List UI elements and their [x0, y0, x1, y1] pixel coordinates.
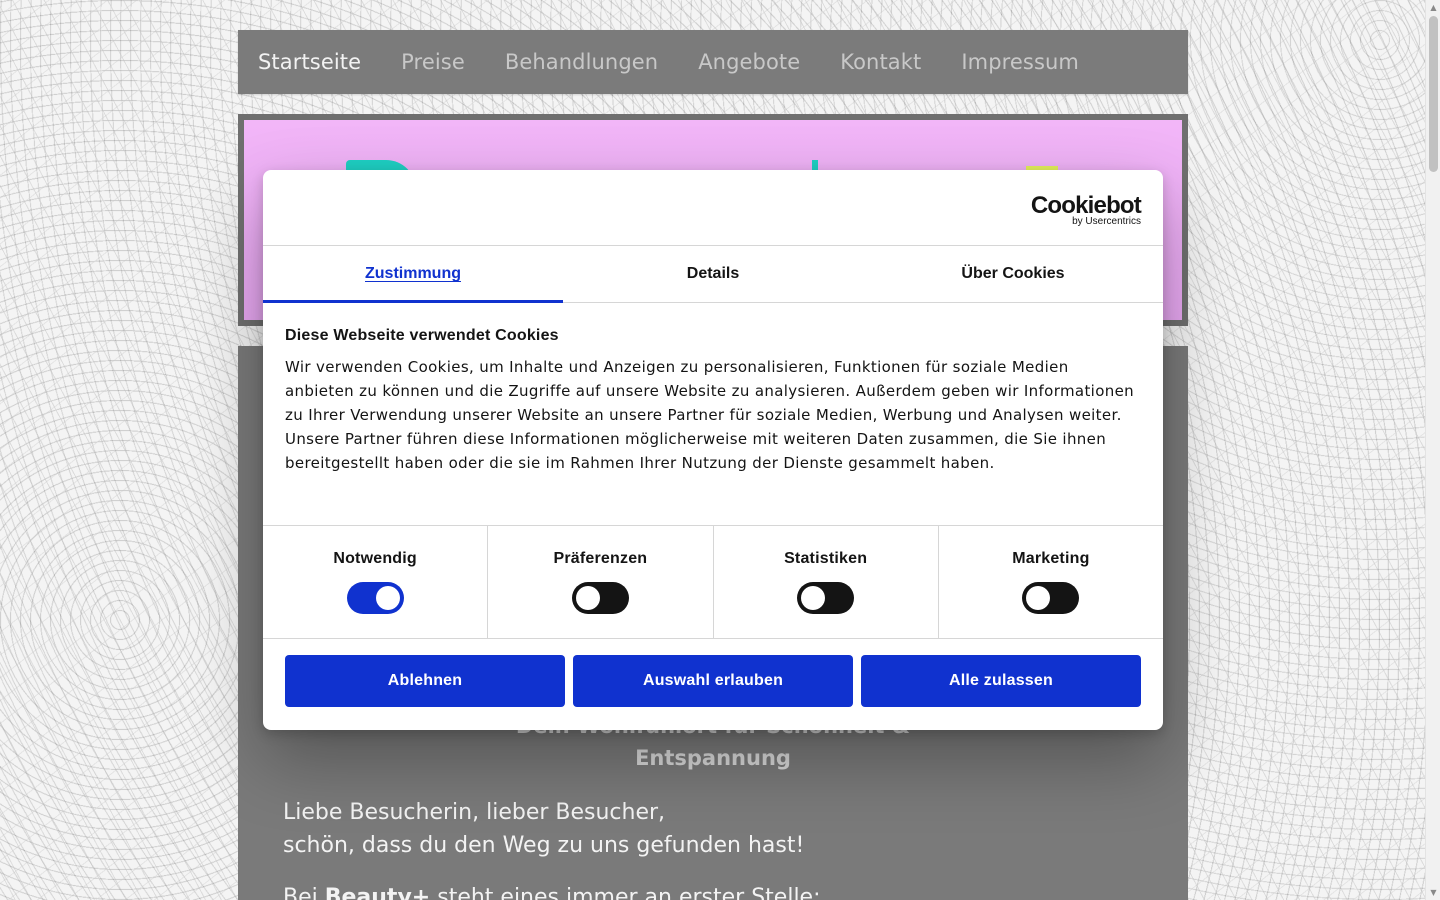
- scroll-up-icon[interactable]: ▲: [1429, 3, 1438, 12]
- scroll-down-icon[interactable]: ▼: [1429, 888, 1438, 897]
- greeting-line-2: schön, dass du den Weg zu uns gefunden h…: [283, 833, 805, 858]
- praeferenzen-toggle[interactable]: [571, 582, 629, 614]
- greeting-text: Liebe Besucherin, lieber Besucher, schön…: [283, 796, 1163, 862]
- toggle-cell-marketing: Marketing: [939, 526, 1163, 638]
- toggle-label-notwendig: Notwendig: [333, 550, 417, 567]
- notwendig-toggle[interactable]: [346, 582, 404, 614]
- toggle-knob: [575, 586, 600, 610]
- allow-selection-button[interactable]: Auswahl erlauben: [573, 655, 853, 707]
- cookiebot-logo: Cookiebot by Usercentrics: [1030, 192, 1142, 228]
- paragraph-start: Bei: [283, 885, 325, 900]
- allow-all-button[interactable]: Alle zulassen: [861, 655, 1141, 707]
- dialog-buttons: Ablehnen Auswahl erlauben Alle zulassen: [263, 639, 1163, 723]
- toggle-label-praeferenzen: Präferenzen: [553, 550, 648, 567]
- page-scrollbar[interactable]: ▲ ▼: [1425, 0, 1440, 900]
- toggle-cell-notwendig: Notwendig: [263, 526, 489, 638]
- paragraph-end: steht eines immer an erster Stelle:: [430, 885, 821, 900]
- tab-ueber-cookies[interactable]: Über Cookies: [863, 246, 1163, 302]
- decline-button[interactable]: Ablehnen: [285, 655, 565, 707]
- toggle-cell-statistiken: Statistiken: [714, 526, 939, 638]
- dialog-header: Cookiebot by Usercentrics: [263, 170, 1163, 246]
- toggle-knob: [1026, 586, 1051, 610]
- dialog-body: Diese Webseite verwendet Cookies Wir ver…: [263, 303, 1163, 526]
- toggle-knob: [801, 586, 826, 610]
- toggle-label-statistiken: Statistiken: [784, 550, 868, 567]
- toggle-knob: [375, 586, 400, 610]
- main-navigation: Startseite Preise Behandlungen Angebote …: [238, 30, 1188, 94]
- toggle-cell-praeferenzen: Präferenzen: [488, 526, 714, 638]
- brand-name: Beauty+: [324, 885, 431, 900]
- intro-paragraph: Bei Beauty+ steht eines immer an erster …: [283, 881, 1163, 900]
- subtitle-line-2: Entspannung: [635, 746, 791, 770]
- nav-item-behandlungen[interactable]: Behandlungen: [505, 50, 658, 74]
- cookiebot-logo-name: Cookiebot: [1030, 192, 1142, 219]
- nav-item-angebote[interactable]: Angebote: [698, 50, 800, 74]
- dialog-description: Wir verwenden Cookies, um Inhalte und An…: [285, 358, 1135, 472]
- tab-details[interactable]: Details: [563, 246, 863, 302]
- toggle-label-marketing: Marketing: [1012, 550, 1090, 567]
- dialog-title: Diese Webseite verwendet Cookies: [285, 327, 559, 344]
- nav-item-startseite[interactable]: Startseite: [258, 50, 361, 74]
- tab-zustimmung[interactable]: Zustimmung: [263, 246, 563, 303]
- scrollbar-thumb[interactable]: [1429, 16, 1438, 172]
- nav-item-impressum[interactable]: Impressum: [961, 50, 1079, 74]
- marketing-toggle[interactable]: [1022, 582, 1080, 614]
- cookie-consent-dialog: Cookiebot by Usercentrics Zustimmung Det…: [263, 170, 1163, 730]
- greeting-line-1: Liebe Besucherin, lieber Besucher,: [283, 800, 666, 825]
- nav-item-kontakt[interactable]: Kontakt: [840, 50, 921, 74]
- statistiken-toggle[interactable]: [797, 582, 855, 614]
- nav-item-preise[interactable]: Preise: [401, 50, 465, 74]
- dialog-tabs: Zustimmung Details Über Cookies: [263, 246, 1163, 303]
- consent-toggles: Notwendig Präferenzen Statistiken Market…: [263, 526, 1163, 639]
